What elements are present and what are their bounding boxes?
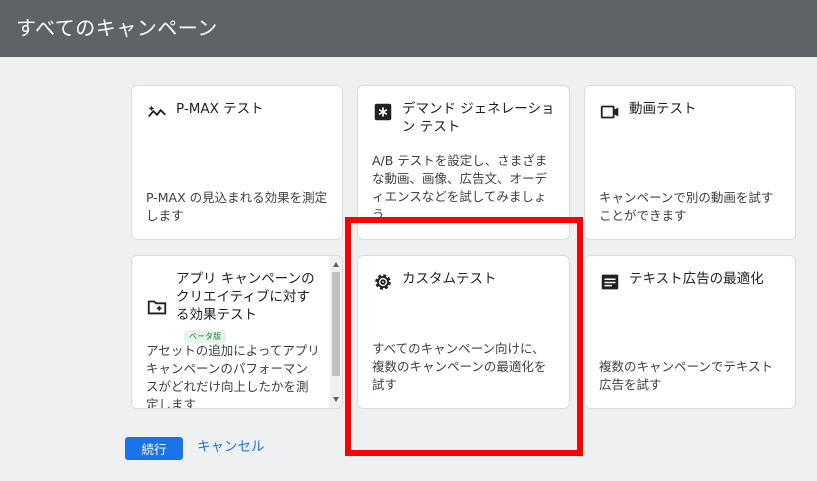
highlight-annotation-box: [345, 217, 583, 456]
experiment-card-app-creative[interactable]: アプリ キャンペーンのクリエイティブに対する効果テスト ベータ版 アセットの追加…: [131, 255, 343, 409]
page-header: すべてのキャンペーン: [0, 0, 817, 57]
card-description: アセットの追加によってアプリ キャンペーンのパフォーマンスがどれだけ向上したかを…: [146, 343, 320, 409]
card-description: P-MAX の見込まれる効果を測定します: [146, 190, 328, 223]
scroll-down-arrow-icon[interactable]: [333, 397, 339, 402]
card-title: デマンド ジェネレーション テスト: [402, 101, 555, 135]
text-ad-icon: [599, 271, 621, 293]
scroll-up-arrow-icon[interactable]: [333, 262, 339, 267]
card-title: テキスト広告の最適化: [629, 271, 764, 287]
card-description: A/B テストを設定し、さまざまな動画、画像、広告文、オーディエンスなどを試して…: [372, 153, 548, 222]
card-description: 複数のキャンペーンでテキスト広告を試す: [599, 359, 774, 392]
cancel-link[interactable]: キャンセル: [197, 437, 265, 460]
scroll-thumb[interactable]: [332, 272, 340, 376]
card-scrollbar[interactable]: [330, 256, 342, 408]
experiment-card-text-ad[interactable]: テキスト広告の最適化 複数のキャンペーンでテキスト広告を試す: [584, 255, 796, 409]
experiment-card-pmax[interactable]: P-MAX テスト P-MAX の見込まれる効果を測定します: [131, 85, 343, 240]
page-title: すべてのキャンペーン: [16, 16, 218, 40]
asterisk-box-icon: [372, 101, 394, 123]
card-title: アプリ キャンペーンのクリエイティブに対する効果テスト: [176, 271, 315, 323]
card-description: キャンペーンで別の動画を試すことができます: [599, 190, 774, 223]
card-title: 動画テスト: [629, 101, 697, 117]
experiment-card-video[interactable]: 動画テスト キャンペーンで別の動画を試すことができます: [584, 85, 796, 240]
trending-sparkle-icon: [146, 101, 168, 123]
continue-button[interactable]: 続行: [125, 437, 183, 460]
folder-add-icon: [146, 296, 168, 318]
video-camera-icon: [599, 101, 621, 123]
card-title: P-MAX テスト: [176, 101, 264, 117]
